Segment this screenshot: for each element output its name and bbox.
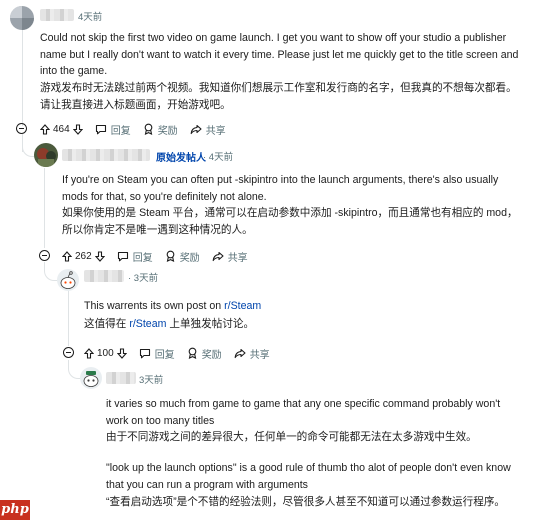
body-text: This warrents its own post on [84,300,225,312]
comment-time: · 4天前 [203,152,234,163]
share-button[interactable]: 共享 [212,249,248,264]
reply-button[interactable]: 回复 [117,249,153,264]
comment-body-en: This warrents its own post on r/Steam [84,298,524,315]
upvote-icon[interactable] [40,123,50,135]
comment-body-zh: “查看启动选项”是个不错的经验法则，尽管很多人甚至不知道可以通过参数运行程序。 [106,496,506,508]
collapse-toggle[interactable] [63,347,74,358]
vote-count: 464 [53,123,70,135]
comment-body-zh: 由于不同游戏之间的差异很大，任何单一的命令可能都无法在太多游戏中生效。 [106,431,477,443]
avatar[interactable] [80,367,102,389]
comment-actions: 100 回复 奖励 共享 [84,344,282,362]
avatar[interactable] [34,143,58,167]
op-badge: 原始发帖人 [156,153,206,164]
award-icon [165,250,176,262]
body-text: 这值得在 [84,318,130,330]
comment-body-en: it varies so much from game to game that… [106,398,501,427]
award-label: 奖励 [201,349,222,361]
upvote-icon[interactable] [84,347,94,359]
award-label: 奖励 [179,252,200,264]
reply-icon [95,124,107,135]
subreddit-link[interactable]: r/Steam [129,318,166,330]
award-icon [187,347,198,359]
downvote-icon[interactable] [116,347,127,359]
comment-actions: 464 回复 奖励 共享 [40,120,238,138]
comment-time: 4天前 [78,12,103,23]
thread-line [44,168,45,248]
collapse-toggle[interactable] [16,123,27,134]
share-label: 共享 [205,125,226,137]
reply-icon [139,348,151,359]
body-text: 上单独发帖讨论。 [166,318,255,330]
share-icon [190,124,202,135]
avatar[interactable] [57,269,79,291]
reply-button[interactable]: 回复 [95,122,131,137]
vote-group: 464 [40,124,83,135]
comment-actions: 262 回复 奖励 共享 [62,247,260,265]
downvote-icon[interactable] [94,250,105,262]
vote-group: 262 [62,251,105,262]
award-button[interactable]: 奖励 [165,249,200,264]
reply-label: 回复 [110,125,131,137]
upvote-icon[interactable] [62,250,72,262]
comment-body-zh: 如果你使用的是 Steam 平台，通常可以在启动参数中添加 -skipintro… [62,207,518,236]
username-redacted[interactable] [62,149,150,161]
comment-body-zh: 游戏发布时无法跳过前两个视频。我知道你们想展示工作室和发行商的名字，但我真的不想… [40,82,517,111]
comment-body-zh: 这值得在 r/Steam 上单独发帖讨论。 [84,316,524,333]
comment-time: · 3天前 [128,273,159,284]
comment-body-en: If you're on Steam you can often put -sk… [62,174,499,203]
avatar[interactable] [10,6,34,30]
username-redacted[interactable] [106,372,136,384]
vote-count: 100 [97,347,114,359]
share-button[interactable]: 共享 [234,346,270,361]
share-label: 共享 [249,349,270,361]
award-button[interactable]: 奖励 [187,346,222,361]
thread-line [22,22,23,126]
comment-body-en: "look up the launch options" is a good r… [106,462,511,491]
watermark-logo: php [0,500,30,520]
share-label: 共享 [227,252,248,264]
vote-group: 100 [84,348,127,359]
award-label: 奖励 [157,125,178,137]
share-icon [212,251,224,262]
reply-label: 回复 [154,349,175,361]
award-icon [143,123,154,135]
comment-body-en: Could not skip the first two video on ga… [40,32,519,77]
username-redacted[interactable] [84,270,124,282]
award-button[interactable]: 奖励 [143,122,178,137]
share-icon [234,348,246,359]
downvote-icon[interactable] [72,123,83,135]
reply-label: 回复 [132,252,153,264]
username-redacted[interactable] [40,9,74,21]
vote-count: 262 [75,250,92,262]
comment-time: 3天前 [139,375,164,386]
subreddit-link[interactable]: r/Steam [224,300,261,312]
reply-button[interactable]: 回复 [139,346,175,361]
thread-line [68,290,69,346]
collapse-toggle[interactable] [39,250,50,261]
reply-icon [117,251,129,262]
share-button[interactable]: 共享 [190,122,226,137]
